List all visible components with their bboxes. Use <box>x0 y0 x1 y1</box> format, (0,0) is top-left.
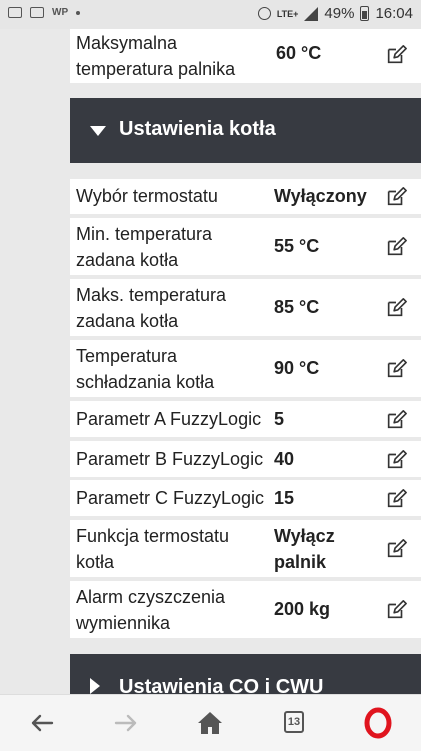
setting-label: Funkcja termostatu kotła <box>76 526 230 572</box>
tabs-count: 13 <box>284 711 304 733</box>
setting-value: 15 <box>274 488 295 508</box>
setting-row-max-boiler-temp[interactable]: Maks. temperatura zadana kotła 85 °C <box>70 279 421 336</box>
setting-value: 85 °C <box>274 297 320 317</box>
edit-icon[interactable] <box>385 488 407 510</box>
setting-label: Wybór termostatu <box>76 186 218 206</box>
alarm-icon <box>257 7 271 20</box>
setting-value: 5 <box>274 409 285 429</box>
setting-value: 200 kg <box>274 599 331 619</box>
forward-arrow-icon[interactable] <box>108 705 144 741</box>
chevron-right-icon <box>90 678 100 694</box>
setting-label: Parametr A FuzzyLogic <box>76 409 262 429</box>
setting-row-min-boiler-temp[interactable]: Min. temperatura zadana kotła 55 °C <box>70 218 421 275</box>
edit-icon[interactable] <box>385 538 407 560</box>
status-bar: WP LTE+ 49% 16:04 <box>0 0 421 29</box>
back-arrow-icon[interactable] <box>24 705 60 741</box>
setting-label: Alarm czyszczenia wymiennika <box>76 587 226 633</box>
opera-menu-icon[interactable] <box>360 705 396 741</box>
edit-icon[interactable] <box>385 297 407 319</box>
edit-icon[interactable] <box>385 236 407 258</box>
battery-percent: 49% <box>324 5 355 22</box>
setting-label: Maksymalna temperatura palnika <box>76 33 236 79</box>
tabs-button[interactable]: 13 <box>276 705 312 741</box>
edit-icon[interactable] <box>385 186 407 208</box>
browser-navbar: 13 <box>0 694 421 751</box>
setting-row-fuzzy-c[interactable]: Parametr C FuzzyLogic 15 <box>70 480 421 516</box>
setting-label: Parametr C FuzzyLogic <box>76 488 265 508</box>
setting-row-cooling-temp[interactable]: Temperatura schładzania kotła 90 °C <box>70 340 421 397</box>
setting-value: 40 <box>274 449 295 469</box>
section-header-boiler-settings[interactable]: Ustawienia kotła <box>70 98 421 163</box>
setting-row-fuzzy-a[interactable]: Parametr A FuzzyLogic 5 <box>70 401 421 437</box>
wp-notification-icon: WP <box>52 7 69 18</box>
setting-value: Wyłączony <box>274 186 367 206</box>
news-notification-icon <box>30 7 44 18</box>
edit-icon[interactable] <box>385 449 407 471</box>
signal-icon <box>304 6 319 21</box>
setting-label: Min. temperatura zadana kotła <box>76 224 213 270</box>
edit-icon[interactable] <box>385 358 407 380</box>
network-type: LTE+ <box>276 8 299 19</box>
gallery-notification-icon <box>8 7 22 18</box>
setting-row-max-burner-temp[interactable]: Maksymalna temperatura palnika 60 °C <box>70 29 421 83</box>
setting-label: Maks. temperatura zadana kotła <box>76 285 227 331</box>
more-notifications-icon <box>76 10 81 15</box>
setting-row-thermostat[interactable]: Wybór termostatu Wyłączony <box>70 179 421 214</box>
setting-row-thermostat-function[interactable]: Funkcja termostatu kotła Wyłącz palnik <box>70 520 421 577</box>
setting-value: Wyłącz palnik <box>274 526 335 572</box>
section-title: Ustawienia kotła <box>119 118 276 140</box>
setting-row-cleaning-alarm[interactable]: Alarm czyszczenia wymiennika 200 kg <box>70 581 421 638</box>
setting-value: 60 °C <box>276 43 322 63</box>
setting-label: Parametr B FuzzyLogic <box>76 449 264 469</box>
edit-icon[interactable] <box>385 44 407 66</box>
settings-page: Maksymalna temperatura palnika 60 °C Ust… <box>0 29 421 694</box>
clock: 16:04 <box>375 5 413 22</box>
setting-label: Temperatura schładzania kotła <box>76 346 215 392</box>
edit-icon[interactable] <box>385 409 407 431</box>
home-icon[interactable] <box>192 705 228 741</box>
setting-row-fuzzy-b[interactable]: Parametr B FuzzyLogic 40 <box>70 441 421 477</box>
section-title: Ustawienia CO i CWU <box>119 676 324 694</box>
setting-value: 90 °C <box>274 358 320 378</box>
setting-value: 55 °C <box>274 236 320 256</box>
edit-icon[interactable] <box>385 599 407 621</box>
battery-icon <box>360 6 370 21</box>
chevron-down-icon <box>90 126 106 136</box>
section-header-co-cwu[interactable]: Ustawienia CO i CWU <box>70 654 421 694</box>
